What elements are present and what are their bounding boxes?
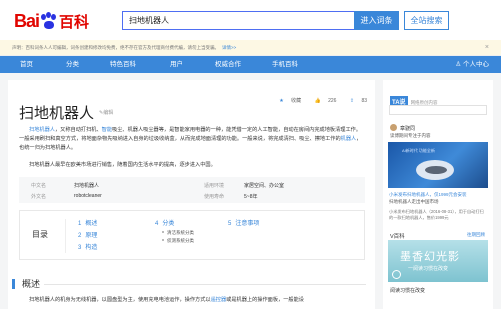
info-key: 外文名 [31, 194, 47, 200]
share-button[interactable]: ⇪ 83 [344, 98, 367, 104]
like-button[interactable]: 👍 226 [308, 98, 336, 104]
thumb-up-icon: 👍 [314, 98, 321, 104]
toc-sublabel: 清洁系统分类 [167, 230, 194, 235]
toc-number: 1 [78, 221, 82, 227]
smart-link[interactable]: 智能 [102, 127, 112, 133]
play-icon [392, 270, 401, 279]
like-count: 226 [328, 98, 337, 104]
toc-number: 2 [78, 233, 82, 239]
info-key: 中文名 [31, 183, 47, 189]
info-value: 5~8年 [244, 194, 258, 200]
nav-category[interactable]: 分类 [66, 56, 79, 73]
main-nav: 首页 分类 特色百科 用户 权威合作 手机百科 ♙ 个人中心 [0, 56, 501, 73]
site-search-button[interactable]: 全站搜索 [404, 11, 449, 30]
nav-authority[interactable]: 权威合作 [215, 56, 241, 73]
personal-center-label: 个人中心 [463, 61, 489, 68]
nav-mobile[interactable]: 手机百科 [272, 56, 298, 73]
intro-text: ，又称自动打扫机、 [54, 127, 102, 133]
toc-divider [65, 219, 66, 253]
article-tools: ★ 收藏 👍 226 ⇪ 83 [267, 97, 367, 104]
v-image-title: 墨香幻光影 [400, 250, 460, 263]
toc-title: 目录 [32, 230, 48, 239]
toc-item-principle[interactable]: 2 原理 [78, 230, 97, 239]
personal-center-link[interactable]: ♙ 个人中心 [455, 56, 489, 73]
toc-subitem-cleaning[interactable]: 清洁系统分类 [162, 230, 194, 236]
info-value: 扫地机器人 [74, 183, 100, 189]
ta-author[interactable]: 章骁同 [390, 124, 415, 132]
term-link[interactable]: 扫地机器人 [29, 127, 55, 133]
ta-article-summary: 小米发布扫地机器人（2016-08-31），用于自动打扫的一款扫地机器人，售价1… [389, 209, 484, 220]
toc-sublabel: 侦测系统分类 [167, 238, 194, 243]
section-divider [44, 284, 366, 285]
section-heading: 概述 [12, 279, 40, 289]
edit-button[interactable]: ✎编辑 [99, 109, 113, 116]
toc-item-notes[interactable]: 5 注意事项 [228, 218, 259, 227]
star-icon: ★ [279, 98, 284, 104]
basic-info-box: 中文名 扫地机器人 适用环境 家居空间、办公室 外文名 robotcleaner… [19, 177, 365, 203]
v-baike-image[interactable]: 墨香幻光影 一阅读习惯在改变 [388, 240, 488, 282]
toc-number: 3 [78, 245, 82, 251]
ta-article-subtitle[interactable]: 扫地机器人走出中国市场 [389, 199, 439, 205]
toc-subitem-detection[interactable]: 侦测系统分类 [162, 238, 194, 244]
nav-users[interactable]: 用户 [170, 56, 183, 73]
ta-author-desc: 读博期间专注于内容 [390, 133, 431, 138]
info-value: 家居空间、办公室 [244, 183, 285, 189]
v-image-subtitle: 一阅读习惯在改变 [408, 266, 449, 272]
toc-label: 原理 [85, 233, 98, 239]
intro-paragraph-2: 扫地机器人最早在欧美市场进行销售，随着国内生活水平的提高，逐步进入中国。 [29, 162, 216, 168]
robot-illustration-center [425, 166, 447, 174]
nav-featured[interactable]: 特色百科 [110, 56, 136, 73]
search-input[interactable]: 扫地机器人 [122, 11, 354, 30]
table-of-contents: 目录 1 概述 2 原理 3 构造 4 分类 清洁系统分类 侦测系统分类 5 注意事项 [19, 210, 365, 260]
sidebar: TA说 网络原创内容 章骁同 读博期间专注于内容 AI新时代 功能全新 小米发布扫… [383, 80, 493, 309]
toc-item-structure[interactable]: 3 构造 [78, 242, 97, 251]
overview-text: 扫地机器人的机身为无线机器，以圆盘型为主，使用充电电池运作，操作方式以 [29, 297, 211, 303]
collect-button[interactable]: ★ 收藏 [273, 98, 301, 104]
toc-item-overview[interactable]: 1 概述 [78, 218, 97, 227]
notice-detail-link[interactable]: 详情>> [222, 45, 236, 50]
overview-paragraph: 扫地机器人的机身为无线机器，以圆盘型为主，使用充电电池运作，操作方式以遥控器或是… [19, 296, 304, 303]
share-count: 83 [361, 98, 367, 104]
disclaimer-notice: 声明：百科词条人人可编辑，词条创建和修改均免费，绝不存在官方及代理商付费代编，请… [0, 40, 501, 56]
ta-article-title[interactable]: 小米发布扫地机器人，仅1999元会安装 [389, 192, 467, 198]
top-bar: Bai 百科 扫地机器人 进入词条 全站搜索 [0, 0, 501, 40]
ta-author-name: 章骁同 [400, 126, 416, 132]
v-baike-caption[interactable]: 阅读习惯在改变 [390, 287, 425, 294]
ta-article-image[interactable]: AI新时代 功能全新 [388, 142, 488, 188]
toc-number: 4 [155, 221, 159, 227]
ta-search-input[interactable] [389, 105, 487, 115]
remote-link[interactable]: 遥控器 [211, 297, 227, 303]
collect-label: 收藏 [291, 98, 302, 104]
baike-logo[interactable]: Bai 百科 [14, 10, 89, 32]
ta-image-text: AI新时代 功能全新 [402, 148, 435, 153]
overview-text: 或是机器上的操作面板，一般能设 [226, 297, 304, 303]
avatar [390, 124, 397, 131]
notice-text: 声明：百科词条人人可编辑，词条创建和修改均免费，绝不存在官方及代理商付费代编，请… [12, 45, 219, 50]
toc-label: 注意事项 [235, 221, 260, 227]
robot-link[interactable]: 机器人 [341, 136, 357, 142]
edit-label: 编辑 [103, 110, 114, 116]
user-icon: ♙ [455, 61, 463, 68]
toc-label: 构造 [85, 245, 98, 251]
info-key: 适用环境 [204, 183, 225, 189]
info-value: robotcleaner [74, 193, 102, 199]
paw-icon [40, 12, 58, 30]
logo-baike-text: 百科 [59, 13, 90, 31]
intro-paragraph: 扫地机器人，又称自动打扫机、智能吸尘、机器人吸尘器等，是智能家用电器的一种，能凭… [19, 126, 365, 153]
v-baike-heading: V百科 [390, 234, 405, 240]
logo-bai-text: Bai [14, 10, 40, 31]
toc-label: 概述 [85, 221, 98, 227]
toc-item-classification[interactable]: 4 分类 [155, 218, 174, 227]
article-content: 扫地机器人 ✎编辑 ★ 收藏 👍 226 ⇪ 83 扫地机器人，又称自动打扫机、… [8, 80, 375, 309]
info-key: 使用寿命 [204, 194, 225, 200]
toc-number: 5 [228, 221, 232, 227]
share-icon: ⇪ [349, 98, 355, 104]
close-icon[interactable]: × [485, 40, 489, 56]
page-title: 扫地机器人 [19, 105, 95, 122]
v-baike-more-link[interactable]: 往期回顾 [467, 232, 485, 238]
toc-label: 分类 [162, 221, 175, 227]
nav-home[interactable]: 首页 [20, 56, 33, 73]
enter-entry-button[interactable]: 进入词条 [354, 11, 399, 30]
